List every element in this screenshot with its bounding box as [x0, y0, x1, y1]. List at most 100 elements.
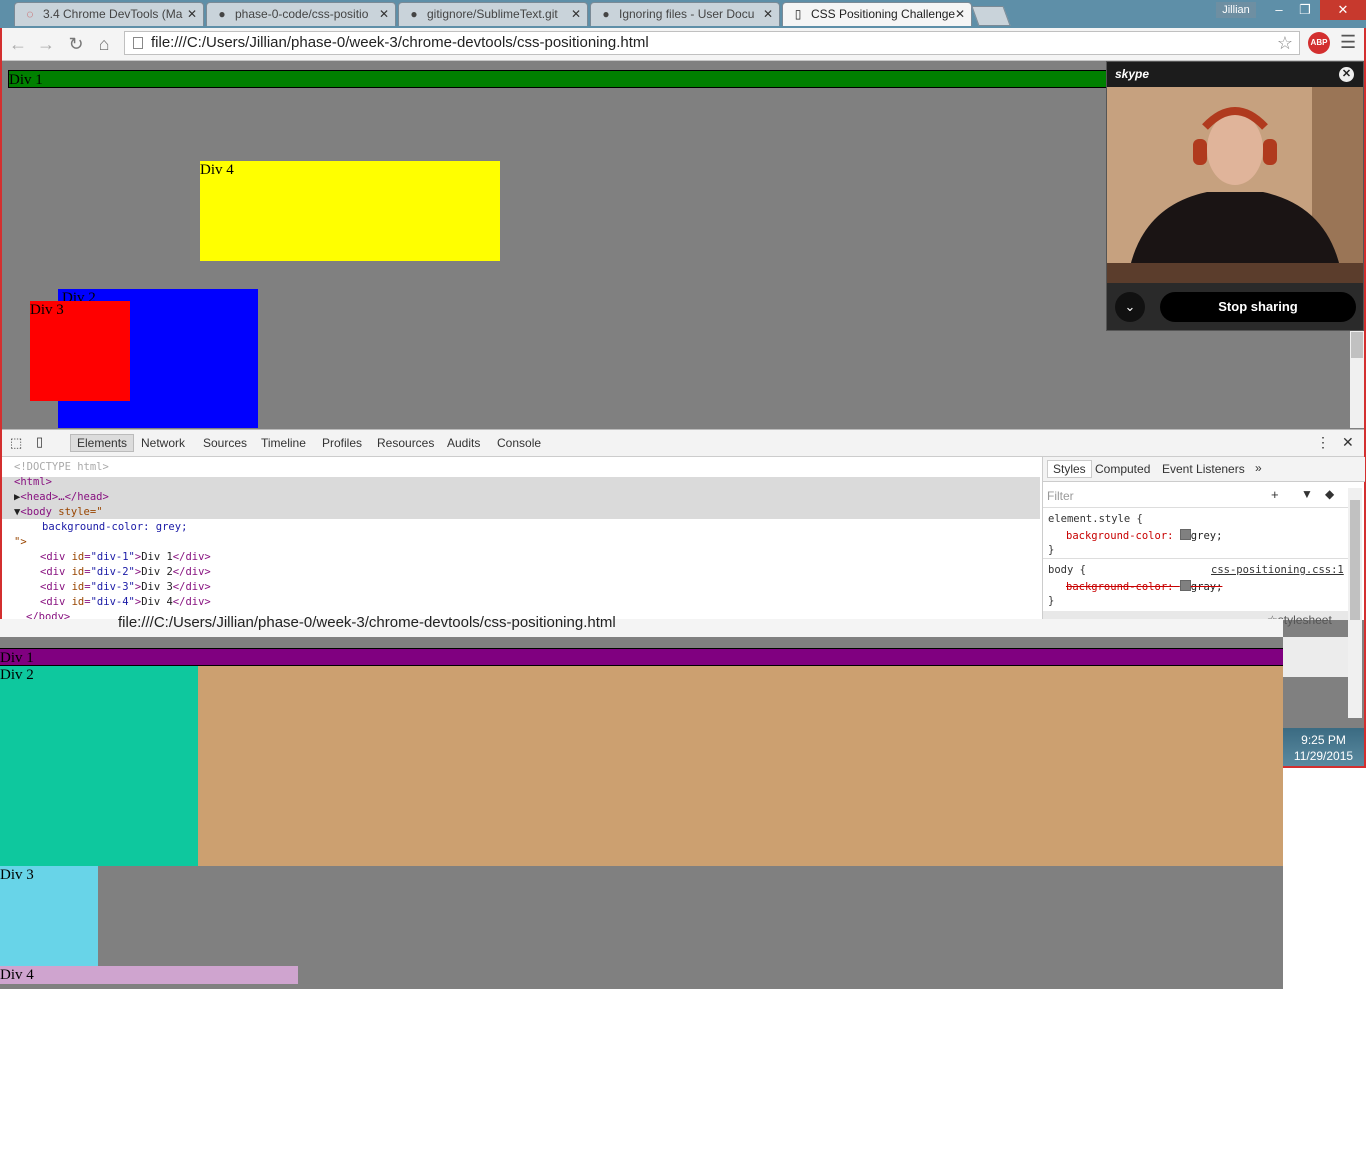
second-devtools-fragment [1283, 637, 1348, 677]
div-2-label: Div 2 [0, 667, 34, 683]
tab-gitignore[interactable]: ● gitignore/SublimeText.git ✕ [398, 2, 588, 26]
div-id: div-1 [96, 551, 129, 563]
close-icon[interactable]: ✕ [1342, 434, 1354, 451]
add-rule-icon[interactable]: + [1271, 487, 1279, 502]
element-style-prop[interactable]: background-color: grey; [1066, 529, 1222, 542]
tab-ignoring-files[interactable]: ● Ignoring files - User Docu ✕ [590, 2, 780, 26]
body-attr: style [58, 506, 90, 518]
close-icon[interactable]: ✕ [955, 3, 965, 25]
skype-controls: ⌄ Stop sharing [1107, 283, 1363, 330]
div-text: Div 2 [141, 566, 173, 578]
styles-tabbar: Styles Computed Event Listeners » [1043, 457, 1365, 482]
tab-title: gitignore/SublimeText.git [427, 7, 558, 21]
menu-icon[interactable]: ☰ [1340, 32, 1356, 53]
second-page-viewport: Div 1 Div 2 Div 3 Div 4 [0, 637, 1283, 989]
div-1-label: Div 1 [9, 72, 43, 88]
maximize-icon[interactable]: ❐ [1292, 0, 1318, 20]
div-text: Div 3 [141, 581, 173, 593]
person-silhouette [1107, 87, 1363, 283]
close-icon[interactable]: ✕ [379, 3, 389, 25]
head-line[interactable]: ▶<head>…</head> [14, 490, 109, 505]
chevron-down-icon[interactable]: ⌄ [1115, 292, 1145, 322]
dom-row-div-2[interactable]: <div id="div-2">Div 2</div> [40, 565, 211, 580]
close-icon[interactable]: ✕ [571, 3, 581, 25]
body-tag: <body [20, 506, 52, 518]
more-options-icon[interactable]: ⋮ [1316, 434, 1330, 451]
div-4-bottom: Div 4 [0, 966, 298, 984]
address-bar[interactable]: file:///C:/Users/Jillian/phase-0/week-3/… [124, 31, 1300, 55]
home-icon[interactable]: ⌂ [92, 32, 116, 56]
minimize-icon[interactable]: – [1266, 0, 1292, 20]
dom-tree[interactable]: <!DOCTYPE html> <html> ▶<head>…</head> ▼… [14, 458, 1040, 623]
scrollbar-thumb[interactable] [1351, 332, 1363, 358]
pin-icon[interactable]: ▼ [1301, 487, 1313, 501]
tab-audits[interactable]: Audits [447, 436, 480, 450]
chevron-right-icon[interactable]: » [1255, 461, 1262, 475]
new-tab-button[interactable] [971, 6, 1011, 26]
body-line[interactable]: ▼<body style=" [14, 505, 103, 520]
adblock-icon[interactable]: ABP [1308, 32, 1330, 54]
browser-toolbar: ← → ↻ ⌂ file:///C:/Users/Jillian/phase-0… [2, 28, 1364, 61]
styles-scrollbar-thumb[interactable] [1350, 500, 1360, 620]
device-icon[interactable]: ▯ [36, 434, 43, 450]
close-icon[interactable]: ✕ [1339, 67, 1354, 82]
body-prop-overridden[interactable]: background-color: gray; [1066, 580, 1222, 593]
tab-console[interactable]: Console [497, 436, 541, 450]
div-4-label: Div 4 [200, 162, 234, 178]
tab-elements[interactable]: Elements [70, 434, 135, 452]
div-3-label: Div 3 [0, 867, 34, 883]
tab-css-positioning[interactable]: ▯ CSS Positioning Challenge ✕ [782, 2, 972, 26]
dom-row-div-1[interactable]: <div id="div-1">Div 1</div> [40, 550, 211, 565]
dom-row-div-3[interactable]: <div id="div-3">Div 3</div> [40, 580, 211, 595]
close-icon[interactable]: ✕ [763, 3, 773, 25]
tab-phase-0-code[interactable]: ● phase-0-code/css-positio ✕ [206, 2, 396, 26]
tab-profiles[interactable]: Profiles [322, 436, 362, 450]
body-close-quote: "> [14, 536, 27, 548]
div-id: div-2 [96, 566, 129, 578]
forward-arrow-icon[interactable]: → [34, 32, 58, 56]
stop-sharing-button[interactable]: Stop sharing [1160, 292, 1356, 322]
tab-sources[interactable]: Sources [203, 436, 247, 450]
body-selector: body { [1048, 564, 1086, 576]
window-close-icon[interactable]: ✕ [1320, 0, 1366, 20]
taskbar-clock[interactable]: 9:25 PM 11/29/2015 [1283, 728, 1364, 766]
stylesheet-link[interactable]: css-positioning.css:1 [1211, 564, 1344, 576]
back-arrow-icon[interactable]: ← [6, 32, 30, 56]
div-id: div-3 [96, 581, 129, 593]
body-eq: =" [89, 506, 103, 518]
dom-row-div-4[interactable]: <div id="div-4">Div 4</div> [40, 595, 211, 610]
div-1-label: Div 1 [0, 650, 34, 666]
tab-styles[interactable]: Styles [1047, 460, 1092, 478]
close-icon[interactable]: ✕ [187, 3, 197, 25]
inspect-icon[interactable]: ⬚ [10, 435, 22, 451]
div-4-label: Div 4 [0, 967, 34, 983]
skype-logo: skype [1115, 67, 1150, 81]
stylesheet-text: stylesheet [1277, 613, 1332, 627]
loading-icon: ◌ [26, 7, 34, 21]
devtools-tabbar: ⬚ ▯ Elements Network Sources Timeline Pr… [2, 430, 1364, 457]
bookmark-star-icon[interactable]: ☆ [1277, 32, 1293, 54]
div-text: Div 4 [141, 596, 173, 608]
tab-event-listeners[interactable]: Event Listeners [1162, 462, 1245, 476]
page-icon [133, 37, 143, 49]
reload-icon[interactable]: ↻ [64, 32, 88, 56]
tab-computed[interactable]: Computed [1095, 462, 1150, 476]
tab-timeline[interactable]: Timeline [261, 436, 306, 450]
tab-resources[interactable]: Resources [377, 436, 434, 450]
tab-title: phase-0-code/css-positio [235, 7, 369, 21]
tab-network[interactable]: Network [141, 436, 185, 450]
div-1: Div 1 [8, 70, 1108, 88]
color-swatch[interactable] [1179, 580, 1191, 591]
prop-value: grey; [1190, 530, 1223, 542]
color-swatch[interactable] [1179, 529, 1191, 540]
tab-devtools-lesson[interactable]: ◌ 3.4 Chrome DevTools (Ma ✕ [14, 2, 204, 26]
html-line[interactable]: <html> [14, 475, 52, 490]
skype-share-window: skype ✕ ⌄ Stop sharing [1106, 61, 1364, 331]
color-format-icon[interactable]: ◆ [1325, 487, 1334, 501]
profile-badge[interactable]: Jillian [1216, 2, 1256, 18]
styles-filter-input[interactable]: Filter [1047, 489, 1074, 503]
body-style-value[interactable]: background-color: grey; [42, 520, 187, 535]
element-style-selector: element.style { [1048, 513, 1143, 525]
second-address-text: file:///C:/Users/Jillian/phase-0/week-3/… [118, 614, 616, 631]
prop-name: background-color: [1066, 581, 1174, 593]
